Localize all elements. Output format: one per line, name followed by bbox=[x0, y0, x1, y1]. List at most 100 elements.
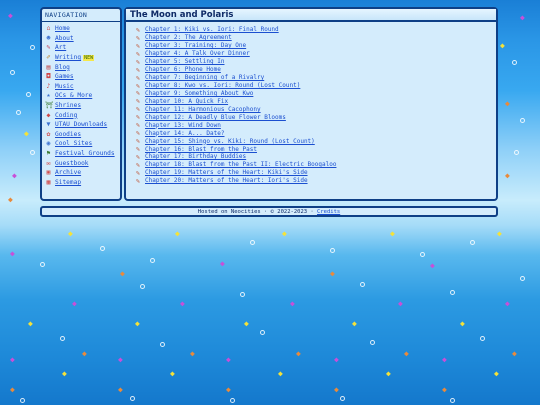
nav-link[interactable]: Guestbook bbox=[55, 160, 89, 167]
nav-item[interactable]: ✎ Art bbox=[45, 43, 120, 53]
nav-item[interactable]: ◉ Cool Sites bbox=[45, 139, 120, 149]
chapter-link[interactable]: Chapter 13: Wind Down bbox=[145, 122, 221, 129]
nav-link[interactable]: Blog bbox=[55, 64, 70, 71]
chapter-item[interactable]: ✎ Chapter 16: Blast from the Past bbox=[136, 145, 496, 153]
chapter-link[interactable]: Chapter 20: Matters of the Heart: Iori's… bbox=[145, 177, 308, 184]
nav-link[interactable]: Art bbox=[55, 44, 66, 51]
chapter-item[interactable]: ✎ Chapter 7: Beginning of a Rivalry bbox=[136, 74, 496, 82]
bubble-icon bbox=[450, 290, 455, 295]
nav-link[interactable]: Goodies bbox=[55, 131, 81, 138]
chapter-link[interactable]: Chapter 7: Beginning of a Rivalry bbox=[145, 74, 264, 81]
nav-item[interactable]: ✉ Guestbook bbox=[45, 158, 120, 168]
chapter-item[interactable]: ✎ Chapter 12: A Deadly Blue Flower Blooms bbox=[136, 113, 496, 121]
chapter-item[interactable]: ✎ Chapter 5: Settling In bbox=[136, 58, 496, 66]
nav-item[interactable]: ★ OCs & More bbox=[45, 91, 120, 101]
footer-text: Hosted on Neocities · © 2022-2023 · bbox=[197, 209, 318, 215]
chapter-item[interactable]: ✎ Chapter 18: Blast from the Past II: Ele… bbox=[136, 161, 496, 169]
chapter-link[interactable]: Chapter 8: Kwo vs. Iori: Round (Lost Cou… bbox=[145, 82, 300, 89]
nav-item[interactable]: ◆ Coding bbox=[45, 110, 120, 120]
chapter-link[interactable]: Chapter 14: A... Date? bbox=[145, 130, 224, 137]
chapter-item[interactable]: ✎ Chapter 3: Training: Day One bbox=[136, 42, 496, 50]
book-icon: ▤ bbox=[46, 62, 51, 71]
chapter-item[interactable]: ✎ Chapter 15: Shingo vs. Kiki: Round (Los… bbox=[136, 137, 496, 145]
bubble-icon bbox=[370, 340, 375, 345]
gift-icon: ✿ bbox=[46, 129, 51, 138]
fish-icon: ◆ bbox=[334, 385, 339, 394]
nav-link[interactable]: Archive bbox=[55, 169, 81, 176]
nav-item[interactable]: ♪ Music bbox=[45, 82, 120, 92]
download-icon: ▼ bbox=[46, 120, 51, 129]
bubble-icon bbox=[340, 396, 345, 401]
chapter-link[interactable]: Chapter 6: Phone Home bbox=[145, 66, 221, 73]
chapter-link[interactable]: Chapter 3: Training: Day One bbox=[145, 42, 246, 49]
chapter-item[interactable]: ✎ Chapter 17: Birthday Buddies bbox=[136, 153, 496, 161]
chapter-item[interactable]: ✎ Chapter 9: Something About Kwo bbox=[136, 89, 496, 98]
nav-item[interactable]: ⌂ Home bbox=[45, 24, 120, 34]
nav-item[interactable]: ▣ Archive bbox=[45, 168, 120, 178]
pencil-icon: ✎ bbox=[136, 57, 140, 66]
bubble-icon bbox=[240, 292, 245, 297]
nav-link[interactable]: Music bbox=[55, 83, 74, 90]
star-icon: ★ bbox=[46, 91, 51, 100]
nav-link[interactable]: Coding bbox=[55, 112, 77, 119]
nav-link[interactable]: Writing bbox=[55, 54, 81, 61]
chapter-item[interactable]: ✎ Chapter 2: The Agreement bbox=[136, 34, 496, 42]
fish-icon: ◆ bbox=[296, 349, 301, 358]
chapter-item[interactable]: ✎ Chapter 6: Phone Home bbox=[136, 66, 496, 74]
bubble-icon bbox=[140, 284, 145, 289]
nav-link[interactable]: About bbox=[55, 35, 74, 42]
chapter-link[interactable]: Chapter 9: Something About Kwo bbox=[145, 90, 253, 97]
pencil-icon: ✐ bbox=[46, 53, 51, 62]
nav-item[interactable]: ◘ Games bbox=[45, 72, 120, 82]
chapter-link[interactable]: Chapter 17: Birthday Buddies bbox=[145, 153, 246, 160]
pencil-icon: ✎ bbox=[136, 145, 140, 154]
pencil-icon: ✎ bbox=[136, 129, 140, 138]
nav-link[interactable]: Festival Grounds bbox=[55, 150, 115, 157]
nav-item[interactable]: ▤ Blog bbox=[45, 62, 120, 72]
nav-item[interactable]: ⛩ Shrines bbox=[45, 101, 120, 111]
chapter-item[interactable]: ✎ Chapter 19: Matters of the Heart: Kiki'… bbox=[136, 169, 496, 177]
nav-link[interactable]: Home bbox=[55, 25, 70, 32]
chapter-link[interactable]: Chapter 5: Settling In bbox=[145, 58, 224, 65]
nav-link[interactable]: Sitemap bbox=[55, 179, 81, 186]
nav-link[interactable]: Cool Sites bbox=[55, 140, 92, 147]
chapter-link[interactable]: Chapter 1: Kiki vs. Iori: Final Round bbox=[145, 26, 279, 33]
bubble-icon bbox=[260, 330, 265, 335]
chapter-link[interactable]: Chapter 12: A Deadly Blue Flower Blooms bbox=[145, 114, 286, 121]
nav-item[interactable]: ☻ About bbox=[45, 34, 120, 44]
chapter-link[interactable]: Chapter 19: Matters of the Heart: Kiki's… bbox=[145, 169, 308, 176]
chapter-link[interactable]: Chapter 2: The Agreement bbox=[145, 34, 232, 41]
archive-icon: ▣ bbox=[46, 168, 51, 177]
nav-item[interactable]: ▦ Sitemap bbox=[45, 178, 120, 188]
chapter-link[interactable]: Chapter 11: Harmonious Cacophony bbox=[145, 106, 261, 113]
chapter-item[interactable]: ✎ Chapter 10: A Quick Fix bbox=[136, 97, 496, 105]
chapter-link[interactable]: Chapter 16: Blast from the Past bbox=[145, 146, 257, 153]
pencil-icon: ✎ bbox=[136, 176, 140, 185]
nav-link[interactable]: Games bbox=[55, 73, 74, 80]
chapter-link[interactable]: Chapter 10: A Quick Fix bbox=[145, 98, 228, 105]
nav-link[interactable]: OCs & More bbox=[55, 92, 92, 99]
nav-link[interactable]: Shrines bbox=[55, 102, 81, 109]
nav-item[interactable]: ▼ UTAU Downloads bbox=[45, 120, 120, 130]
credits-link[interactable]: Credits bbox=[317, 209, 340, 215]
chapter-item[interactable]: ✎ Chapter 8: Kwo vs. Iori: Round (Lost Co… bbox=[136, 82, 496, 90]
bubble-icon bbox=[40, 262, 45, 267]
chapter-link[interactable]: Chapter 18: Blast from the Past II: Elec… bbox=[145, 161, 336, 168]
chapter-item[interactable]: ✎ Chapter 13: Wind Down bbox=[136, 121, 496, 129]
nav-item[interactable]: ✿ Goodies bbox=[45, 130, 120, 140]
fish-icon: ◆ bbox=[68, 229, 73, 238]
pencil-icon: ✎ bbox=[136, 168, 140, 177]
pencil-icon: ✎ bbox=[136, 105, 140, 114]
chapter-item[interactable]: ✎ Chapter 11: Harmonious Cacophony bbox=[136, 105, 496, 113]
chapter-item[interactable]: ✎ Chapter 14: A... Date? bbox=[136, 129, 496, 137]
nav-item[interactable]: ⚑ Festival Grounds bbox=[45, 149, 120, 159]
nav-item[interactable]: ✐ Writing NEW bbox=[45, 53, 120, 63]
bubble-icon bbox=[450, 398, 455, 403]
chapter-link[interactable]: Chapter 4: A Talk Over Dinner bbox=[145, 50, 250, 57]
chapter-link[interactable]: Chapter 15: Shingo vs. Kiki: Round (Lost… bbox=[145, 138, 315, 145]
chapter-item[interactable]: ✎ Chapter 20: Matters of the Heart: Iori'… bbox=[136, 177, 496, 185]
pencil-icon: ✎ bbox=[136, 89, 140, 98]
chapter-item[interactable]: ✎ Chapter 4: A Talk Over Dinner bbox=[136, 50, 496, 58]
nav-link[interactable]: UTAU Downloads bbox=[55, 121, 107, 128]
chapter-item[interactable]: ✎ Chapter 1: Kiki vs. Iori: Final Round bbox=[136, 26, 496, 34]
